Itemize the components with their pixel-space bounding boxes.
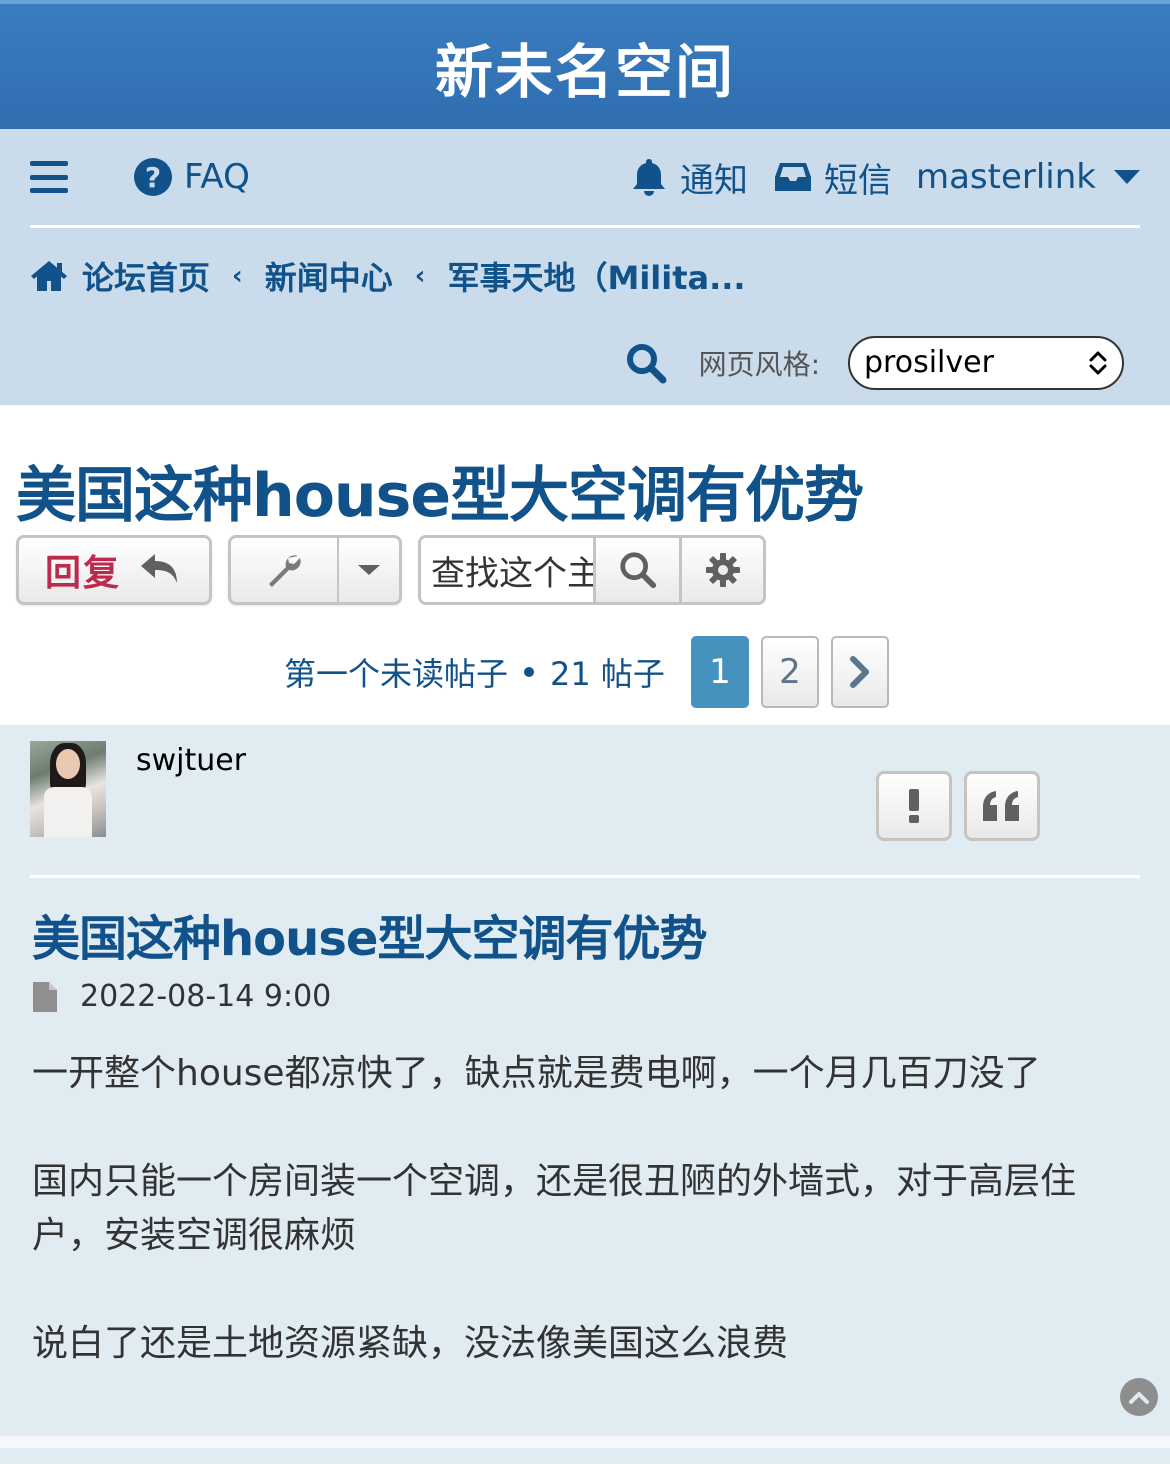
reply-button[interactable]: 回复 [16, 535, 212, 605]
breadcrumb-home[interactable]: 论坛首页 [82, 253, 210, 299]
notifications-link[interactable]: 通知 [680, 153, 748, 202]
first-unread-link[interactable]: 第一个未读帖子 [284, 649, 508, 695]
user-menu-link[interactable]: masterlink [916, 157, 1096, 197]
chevron-down-icon[interactable] [1114, 170, 1140, 184]
post-timestamp: 2022-08-14 9:00 [80, 979, 332, 1014]
post-subject[interactable]: 美国这种house型大空调有优势 [32, 899, 707, 969]
bullet-separator [524, 667, 535, 677]
chevron-left-icon: ‹ [414, 260, 426, 291]
reply-icon [139, 551, 183, 589]
question-circle-icon[interactable]: ? [134, 158, 172, 196]
site-title[interactable]: 新未名空间 [435, 25, 735, 109]
post-body: 一开整个house都凉快了，缺点就是费电啊，一个月几百刀没了 国内只能一个房间装… [32, 1047, 1142, 1425]
breadcrumb: 论坛首页 ‹ 新闻中心 ‹ 军事天地（Milita... [30, 228, 1140, 323]
style-select[interactable]: prosilver [848, 335, 1124, 390]
breadcrumb-military[interactable]: 军事天地（Milita... [447, 253, 745, 299]
next-page-button[interactable] [830, 636, 889, 708]
quote-button[interactable] [964, 771, 1040, 841]
back-to-top-button[interactable] [1120, 1378, 1158, 1416]
style-label: 网页风格: [698, 347, 820, 381]
search-icon[interactable] [625, 342, 667, 384]
gear-icon [705, 553, 740, 587]
style-select-value: prosilver [864, 345, 994, 380]
topic-action-bar: 回复 查找这个主题… [16, 535, 766, 605]
chevron-updown-icon [1088, 349, 1108, 377]
post-actions [864, 771, 1040, 841]
topic-title[interactable]: 美国这种house型大空调有优势 [16, 447, 864, 534]
nav-top-row: ? FAQ 通知 短信 masterlink [30, 129, 1140, 228]
avatar[interactable] [30, 741, 106, 837]
navbar: ? FAQ 通知 短信 masterlink 论坛首页 ‹ 新闻中心 ‹ 军事天… [0, 129, 1170, 405]
page-1-button[interactable]: 1 [690, 636, 749, 708]
post-author[interactable]: swjtuer [136, 743, 246, 778]
post-meta: 2022-08-14 9:00 [32, 979, 331, 1014]
post-paragraph: 一开整个house都凉快了，缺点就是费电啊，一个月几百刀没了 [32, 1053, 1041, 1094]
site-header: 新未名空间 [0, 0, 1170, 129]
quote-icon [983, 791, 1019, 821]
report-button[interactable] [876, 771, 952, 841]
faq-link[interactable]: FAQ [184, 157, 250, 197]
next-post-strip [0, 1448, 1170, 1464]
chevron-right-icon [849, 656, 869, 688]
reply-label: 回复 [44, 553, 121, 594]
wrench-icon [231, 538, 339, 602]
pagination-row: 第一个未读帖子 21 帖子 1 2 [0, 635, 1170, 709]
inbox-icon[interactable] [774, 161, 812, 193]
messages-link[interactable]: 短信 [824, 153, 892, 202]
topic-search-button[interactable] [593, 538, 679, 602]
exclamation-icon [909, 789, 919, 823]
post: swjtuer 美国这种house型大空调有优势 2022-08-14 9:00… [0, 725, 1170, 1436]
chevron-up-icon [1129, 1392, 1149, 1404]
bell-icon[interactable] [630, 157, 668, 197]
chevron-left-icon: ‹ [232, 260, 243, 291]
post-paragraph: 说白了还是土地资源紧缺，没法像美国这么浪费 [32, 1323, 789, 1364]
tools-row: 网页风格: prosilver [30, 323, 1140, 402]
file-icon[interactable] [32, 981, 58, 1013]
home-icon[interactable] [30, 259, 68, 293]
post-paragraph: 国内只能一个房间装一个空调，还是很丑陋的外墙式，对于高层住户，安装空调很麻烦 [32, 1161, 1077, 1256]
topic-header: 美国这种house型大空调有优势 回复 查找这个主题… 第一个未读帖子 [0, 405, 1170, 725]
nav-left: ? FAQ [30, 157, 630, 197]
post-count: 21 帖子 [550, 655, 665, 693]
topic-search-input[interactable]: 查找这个主题… [421, 538, 593, 602]
advanced-search-button[interactable] [679, 538, 763, 602]
topic-search-box: 查找这个主题… [418, 535, 766, 605]
nav-right: 通知 短信 masterlink [630, 153, 1140, 202]
breadcrumb-news[interactable]: 新闻中心 [265, 253, 393, 299]
topic-tools-button[interactable] [228, 535, 402, 605]
post-divider [30, 875, 1140, 878]
chevron-down-icon [339, 565, 399, 575]
page-2-button[interactable]: 2 [760, 636, 819, 708]
menu-icon[interactable] [30, 161, 68, 193]
